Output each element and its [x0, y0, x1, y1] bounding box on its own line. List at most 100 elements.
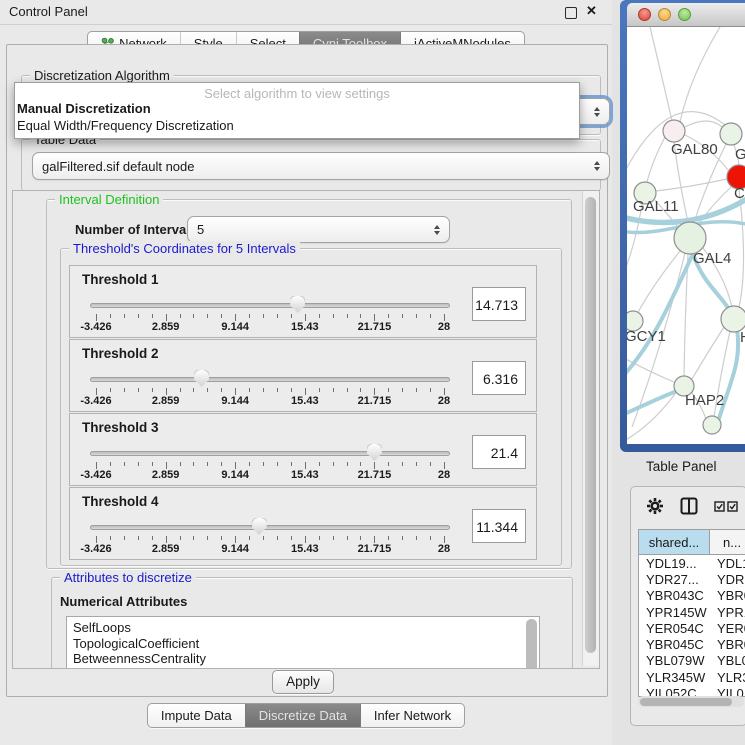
scale-tick-label: 15.43 [291, 469, 319, 481]
table-cell[interactable]: YPR145W [639, 605, 710, 620]
table-cell[interactable]: YER054C [639, 621, 710, 636]
checkbox-icon[interactable] [727, 501, 738, 512]
network-edge[interactable] [647, 137, 665, 182]
scale-tick-label: 15.43 [291, 395, 319, 407]
table-cell[interactable]: YBR043C [639, 588, 710, 603]
table-cell[interactable]: YBR045C [639, 637, 710, 652]
table-cell[interactable]: YBR0 [710, 637, 745, 652]
algorithm-placeholder: Select algorithm to view settings [15, 83, 579, 101]
minimize-traffic-light-icon[interactable] [658, 8, 671, 21]
slider-track[interactable] [90, 377, 450, 382]
threshold-label: Threshold 1 [82, 272, 159, 287]
network-node-gal80[interactable] [663, 120, 685, 142]
slider-track[interactable] [90, 303, 450, 308]
list-scrollbar[interactable] [526, 619, 537, 669]
slider-thumb[interactable] [194, 370, 209, 387]
table-row[interactable]: YER054CYER0 [639, 620, 745, 636]
network-view-window: GAL80GCGAL11GAL4GCY1HHAP2 [620, 0, 745, 452]
network-node[interactable] [703, 416, 721, 434]
scale-tick-label: -3.426 [80, 469, 111, 481]
column-header-shared-name[interactable]: shared... [639, 530, 710, 554]
table-cell[interactable]: YBL0 [710, 653, 745, 668]
scale-tick-label: 21.715 [358, 321, 392, 333]
slider-thumb[interactable] [252, 518, 267, 535]
vertical-scrollbar[interactable] [582, 191, 599, 666]
table-cell[interactable]: YDL19... [639, 556, 710, 571]
gear-icon[interactable] [646, 497, 664, 515]
threshold-panel: Threshold 4 -3.4262.8599.14415.4321.7152… [69, 487, 537, 560]
scale-tick-label: -3.426 [80, 321, 111, 333]
network-edge[interactable] [656, 179, 727, 191]
threshold-value-field[interactable]: 6.316 [472, 361, 526, 395]
scale-tick-label: 15.43 [291, 321, 319, 333]
network-edge[interactable] [685, 121, 722, 127]
algorithm-option[interactable]: Equal Width/Frequency Discretization [15, 118, 579, 135]
horizontal-scrollbar[interactable] [638, 696, 744, 707]
table-cell[interactable]: YDR2 [710, 572, 745, 587]
table-cell[interactable]: YLR3 [710, 670, 745, 685]
attribute-list-item[interactable]: BetweennessCentrality [67, 651, 539, 667]
node-label: G [735, 146, 745, 163]
columns-icon[interactable] [680, 497, 698, 515]
scale-tick-label: 9.144 [221, 469, 249, 481]
node-label: H [740, 329, 745, 346]
float-window-icon[interactable] [565, 7, 577, 19]
attribute-list-item[interactable]: SelfLoops [67, 620, 539, 636]
scale-tick-label: -3.426 [80, 543, 111, 555]
slider-thumb[interactable] [367, 444, 382, 461]
checkbox-icon[interactable] [714, 501, 725, 512]
table-row[interactable]: YDL19...YDL1 [639, 555, 745, 571]
network-edge[interactable] [692, 327, 724, 379]
apply-button[interactable]: Apply [272, 670, 334, 694]
table-data-combobox[interactable]: galFiltered.sif default node [32, 152, 610, 180]
network-edge[interactable] [650, 27, 672, 121]
network-edge[interactable] [739, 189, 744, 307]
slider-scale-labels: -3.4262.8599.14415.4321.71528 [96, 321, 444, 335]
tab-impute-data[interactable]: Impute Data [148, 704, 245, 727]
column-header-name[interactable]: n... [710, 530, 745, 554]
table-row[interactable]: YBL079WYBL0 [639, 653, 745, 669]
network-window-titlebar [627, 3, 745, 27]
close-traffic-light-icon[interactable] [638, 8, 651, 21]
threshold-value-field[interactable]: 21.4 [472, 435, 526, 469]
network-edge-thick[interactable] [627, 390, 680, 415]
scale-tick-label: 2.859 [152, 543, 180, 555]
table-cell[interactable]: YBL079W [639, 653, 710, 668]
threshold-value-field[interactable]: 11.344 [472, 509, 526, 543]
tab-discretize-data[interactable]: Discretize Data [245, 704, 360, 727]
threshold-panel: Threshold 3 -3.4262.8599.14415.4321.7152… [69, 413, 537, 486]
network-canvas[interactable]: GAL80GCGAL11GAL4GCY1HHAP2 [627, 27, 745, 444]
table-row[interactable]: YDR27...YDR2 [639, 571, 745, 587]
network-edge[interactable] [680, 27, 720, 122]
table-cell[interactable]: YER0 [710, 621, 745, 636]
network-edge[interactable] [638, 251, 680, 312]
table-cell[interactable]: YDL1 [710, 556, 745, 571]
table-cell[interactable]: YPR1 [710, 605, 745, 620]
table-cell[interactable]: YBR0 [710, 588, 745, 603]
number-of-intervals-combobox[interactable]: 5 [187, 216, 450, 243]
slider-scale-labels: -3.4262.8599.14415.4321.71528 [96, 469, 444, 483]
table-row[interactable]: YBR043CYBR0 [639, 588, 745, 604]
table-cell[interactable]: YLR345W [639, 670, 710, 685]
node-label: GCY1 [627, 328, 666, 345]
combo-spinner-icon [594, 107, 600, 117]
table-cell[interactable]: YDR27... [639, 572, 710, 587]
table-row[interactable]: YPR145WYPR1 [639, 604, 745, 620]
tab-infer-network[interactable]: Infer Network [360, 704, 464, 727]
zoom-traffic-light-icon[interactable] [678, 8, 691, 21]
table-row[interactable]: YLR345WYLR3 [639, 669, 745, 685]
scale-tick-label: 28 [438, 543, 450, 555]
scrollbar-thumb[interactable] [585, 197, 596, 653]
slider-thumb[interactable] [290, 296, 305, 313]
algorithm-option[interactable]: Manual Discretization [15, 101, 579, 118]
slider-track[interactable] [90, 451, 450, 456]
attribute-list-item[interactable]: TopologicalCoefficient [67, 636, 539, 652]
threshold-value-field[interactable]: 14.713 [472, 287, 526, 321]
table-row[interactable]: YBR045CYBR0 [639, 636, 745, 652]
scrollbar-thumb[interactable] [640, 698, 732, 706]
scale-tick-label: 9.144 [221, 395, 249, 407]
network-node-g[interactable] [720, 123, 742, 145]
numerical-attributes-list[interactable]: SelfLoopsTopologicalCoefficientBetweenne… [66, 616, 540, 669]
slider-track[interactable] [90, 525, 450, 530]
close-icon[interactable]: ✕ [586, 3, 597, 19]
